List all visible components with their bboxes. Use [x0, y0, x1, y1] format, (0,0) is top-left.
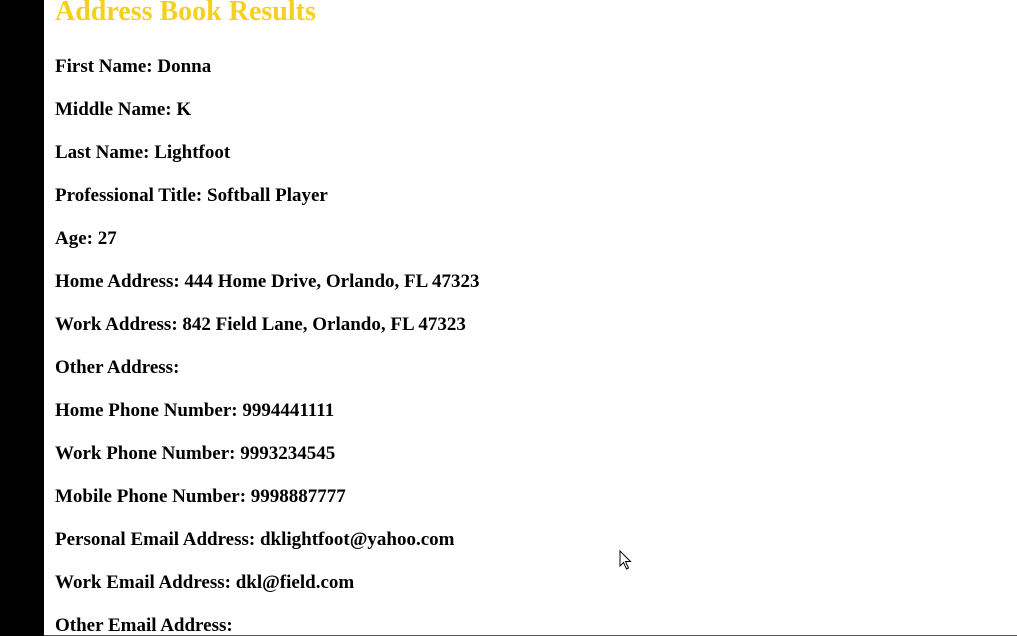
field-other-email: Other Email Address: [55, 615, 480, 636]
field-label: Other Address: [55, 357, 180, 378]
field-label: First Name: [55, 56, 153, 77]
field-label: Home Address: [55, 271, 180, 292]
field-mobile-phone: Mobile Phone Number: 9998887777 [55, 486, 480, 529]
field-label: Work Phone Number: [55, 443, 236, 464]
field-label: Work Email Address: [55, 572, 231, 593]
field-professional-title: Professional Title: Softball Player [55, 185, 480, 228]
field-value: 27 [97, 228, 117, 249]
field-label: Other Email Address: [55, 615, 233, 636]
page: Address Book Results First Name: Donna M… [0, 0, 1017, 636]
field-value: 9993234545 [240, 443, 336, 464]
field-value: 842 Field Lane, Orlando, FL 47323 [182, 314, 466, 335]
field-value: 9998887777 [250, 486, 346, 507]
field-value: 444 Home Drive, Orlando, FL 47323 [184, 271, 480, 292]
field-label: Last Name: [55, 142, 150, 163]
field-value: dkl@field.com [235, 572, 355, 593]
field-first-name: First Name: Donna [55, 56, 480, 99]
field-label: Work Address: [55, 314, 178, 335]
field-work-phone: Work Phone Number: 9993234545 [55, 443, 480, 486]
field-last-name: Last Name: Lightfoot [55, 142, 480, 185]
left-black-bar [0, 0, 44, 636]
field-value: K [176, 99, 192, 120]
field-value: dklightfoot@yahoo.com [259, 529, 455, 550]
field-work-address: Work Address: 842 Field Lane, Orlando, F… [55, 314, 480, 357]
field-home-phone: Home Phone Number: 9994441111 [55, 400, 480, 443]
field-value: Lightfoot [154, 142, 231, 163]
field-work-email: Work Email Address: dkl@field.com [55, 572, 480, 615]
field-personal-email: Personal Email Address: dklightfoot@yaho… [55, 529, 480, 572]
field-value: 9994441111 [242, 400, 335, 421]
field-label: Professional Title: [55, 185, 203, 206]
field-middle-name: Middle Name: K [55, 99, 480, 142]
field-label: Middle Name: [55, 99, 172, 120]
field-home-address: Home Address: 444 Home Drive, Orlando, F… [55, 271, 480, 314]
mouse-pointer-icon [619, 550, 632, 570]
field-age: Age: 27 [55, 228, 480, 271]
field-label: Home Phone Number: [55, 400, 238, 421]
field-list: First Name: Donna Middle Name: K Last Na… [55, 56, 480, 636]
field-label: Personal Email Address: [55, 529, 256, 550]
field-other-address: Other Address: [55, 357, 480, 400]
field-label: Age: [55, 228, 93, 249]
field-value: Donna [157, 56, 212, 77]
field-label: Mobile Phone Number: [55, 486, 247, 507]
page-title: Address Book Results [55, 0, 316, 27]
field-value: Softball Player [207, 185, 328, 206]
